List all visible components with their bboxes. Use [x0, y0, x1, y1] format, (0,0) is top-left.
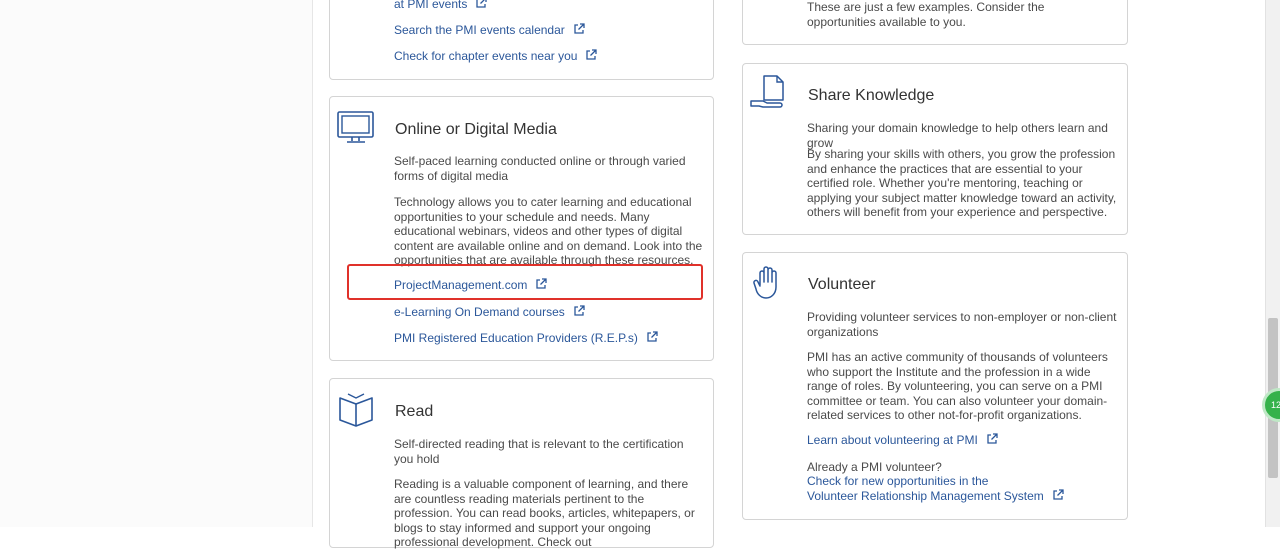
volunteer-body: PMI has an active community of thousands… [807, 350, 1108, 422]
external-link-icon [586, 49, 598, 60]
learn-volunteering-link-label: Learn about volunteering at PMI [807, 433, 978, 447]
external-link-icon [476, 0, 488, 8]
events-card [329, 0, 714, 80]
examples-text: These are just a few examples. Consider … [807, 0, 1045, 29]
raised-hand-icon [753, 266, 777, 299]
book-icon [339, 393, 373, 427]
external-link-icon [574, 23, 585, 34]
already-volunteer-text: Already a PMI volunteer? [807, 460, 942, 474]
volunteer-title: Volunteer [808, 276, 876, 293]
read-title: Read [395, 403, 434, 420]
content-border [312, 0, 313, 527]
elearning-link[interactable]: e-Learning On Demand courses [394, 305, 585, 319]
share-knowledge-body: By sharing your skills with others, you … [807, 147, 1117, 219]
pmi-events-link[interactable]: at PMI events [394, 0, 488, 11]
share-knowledge-summary: Sharing your domain knowledge to help ot… [807, 121, 1108, 150]
events-calendar-link[interactable]: Search the PMI events calendar [394, 23, 585, 37]
reps-link[interactable]: PMI Registered Education Providers (R.E.… [394, 331, 658, 345]
external-link-icon [987, 433, 998, 444]
highlight-box [347, 264, 703, 300]
vrms-link-line2: Volunteer Relationship Management System [807, 488, 1044, 503]
page-background [0, 0, 312, 527]
online-media-summary: Self-paced learning conducted online or … [394, 154, 686, 183]
external-link-icon [647, 331, 658, 342]
pmi-events-link-label: at PMI events [394, 0, 468, 11]
elearning-link-label: e-Learning On Demand courses [394, 305, 565, 319]
external-link-icon [574, 305, 585, 316]
hand-document-icon [750, 75, 784, 108]
online-media-body: Technology allows you to cater learning … [394, 195, 703, 267]
volunteer-summary: Providing volunteer services to non-empl… [807, 310, 1117, 339]
vertical-scrollbar[interactable] [1265, 0, 1280, 527]
chapter-events-link[interactable]: Check for chapter events near you [394, 49, 598, 63]
vrms-link-line1: Check for new opportunities in the [807, 474, 989, 488]
monitor-icon [337, 111, 374, 143]
read-body: Reading is a valuable component of learn… [394, 477, 695, 549]
chapter-events-link-label: Check for chapter events near you [394, 49, 578, 63]
online-media-title: Online or Digital Media [395, 121, 557, 138]
read-summary: Self-directed reading that is relevant t… [394, 437, 684, 466]
external-link-icon [1053, 488, 1064, 500]
vrms-link[interactable]: Check for new opportunities in the Volun… [807, 474, 1064, 503]
learn-volunteering-link[interactable]: Learn about volunteering at PMI [807, 433, 998, 447]
events-calendar-link-label: Search the PMI events calendar [394, 23, 565, 37]
share-knowledge-title: Share Knowledge [808, 87, 935, 104]
reps-link-label: PMI Registered Education Providers (R.E.… [394, 331, 638, 345]
